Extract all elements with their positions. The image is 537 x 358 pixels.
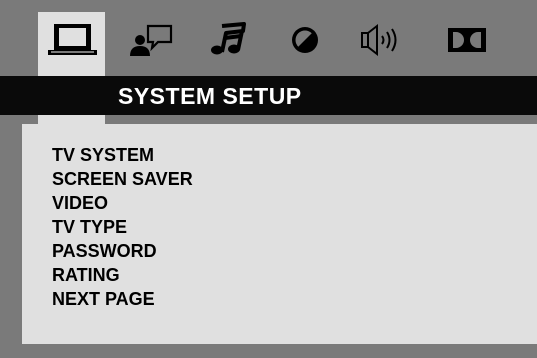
menu-item-password[interactable]: PASSWORD: [52, 239, 193, 263]
language-speech-icon[interactable]: [127, 22, 177, 56]
menu-item-next-page[interactable]: NEXT PAGE: [52, 287, 193, 311]
speaker-icon[interactable]: [358, 22, 408, 56]
menu-item-tv-system[interactable]: TV SYSTEM: [52, 143, 193, 167]
monitor-icon[interactable]: [48, 22, 98, 56]
menu-item-rating[interactable]: RATING: [52, 263, 193, 287]
menu-item-tv-type[interactable]: TV TYPE: [52, 215, 193, 239]
menu-item-video[interactable]: VIDEO: [52, 191, 193, 215]
audio-note-icon[interactable]: [208, 22, 248, 56]
video-brightness-icon[interactable]: [289, 22, 323, 56]
setup-screen: SYSTEM SETUP TV SYSTEM SCREEN SAVER VIDE…: [0, 0, 537, 358]
page-title: SYSTEM SETUP: [118, 83, 302, 109]
menu-item-screen-saver[interactable]: SCREEN SAVER: [52, 167, 193, 191]
dolby-icon[interactable]: [447, 22, 489, 56]
setup-menu: TV SYSTEM SCREEN SAVER VIDEO TV TYPE PAS…: [52, 143, 193, 311]
